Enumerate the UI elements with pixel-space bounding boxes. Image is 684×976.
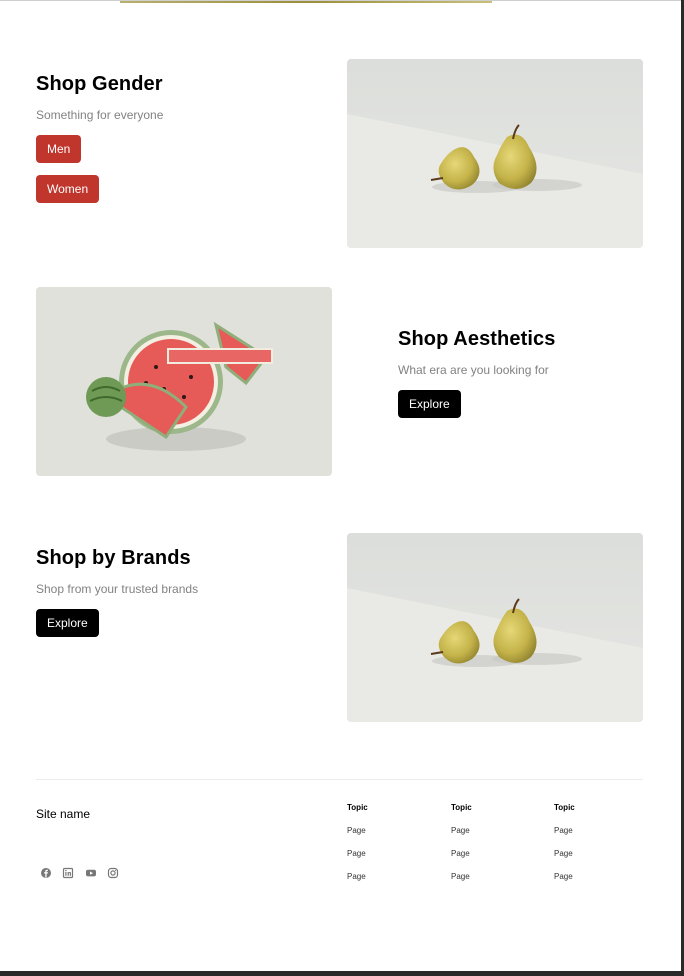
footer-divider xyxy=(36,779,643,780)
footer-page-link[interactable]: Page xyxy=(451,872,472,882)
footer-page-link[interactable]: Page xyxy=(347,872,368,882)
watermelon-image xyxy=(36,287,332,476)
footer-page-link[interactable]: Page xyxy=(554,849,575,859)
brands-subtitle: Shop from your trusted brands xyxy=(36,582,199,596)
pears-image xyxy=(347,59,643,248)
top-image-edge xyxy=(120,1,492,3)
footer-page-link[interactable]: Page xyxy=(554,826,575,836)
gender-subtitle: Something for everyone xyxy=(36,108,164,122)
aesthetics-subtitle: What era are you looking for xyxy=(398,363,549,377)
brands-explore-button[interactable]: Explore xyxy=(36,609,99,637)
footer-topic: Topic xyxy=(451,803,472,812)
footer-column-2: Topic Page Page Page xyxy=(451,803,472,882)
women-button[interactable]: Women xyxy=(36,175,100,203)
footer-topic: Topic xyxy=(554,803,575,812)
footer-column-1: Topic Page Page Page xyxy=(347,803,368,882)
page: Shop Gender Something for everyone Men W… xyxy=(0,0,681,971)
aesthetics-section: Shop Aesthetics What era are you looking… xyxy=(398,328,555,377)
facebook-icon[interactable] xyxy=(39,866,53,880)
footer-page-link[interactable]: Page xyxy=(451,849,472,859)
brands-title: Shop by Brands xyxy=(36,547,191,569)
aesthetics-title: Shop Aesthetics xyxy=(398,328,556,350)
gender-section: Shop Gender Something for everyone xyxy=(36,73,163,122)
youtube-icon[interactable] xyxy=(84,866,98,880)
instagram-icon[interactable] xyxy=(106,866,120,880)
brands-section: Shop by Brands Shop from your trusted br… xyxy=(36,547,198,596)
men-button[interactable]: Men xyxy=(36,135,82,163)
footer-page-link[interactable]: Page xyxy=(451,826,472,836)
footer-page-link[interactable]: Page xyxy=(347,826,368,836)
footer-page-link[interactable]: Page xyxy=(554,872,575,882)
linkedin-icon[interactable] xyxy=(61,866,75,880)
footer-page-link[interactable]: Page xyxy=(347,849,368,859)
footer-column-3: Topic Page Page Page xyxy=(554,803,575,882)
site-name: Site name xyxy=(36,807,91,821)
gender-title: Shop Gender xyxy=(36,73,163,95)
footer-topic: Topic xyxy=(347,803,368,812)
pears-image-2 xyxy=(347,533,643,722)
aesthetics-explore-button[interactable]: Explore xyxy=(398,390,461,418)
